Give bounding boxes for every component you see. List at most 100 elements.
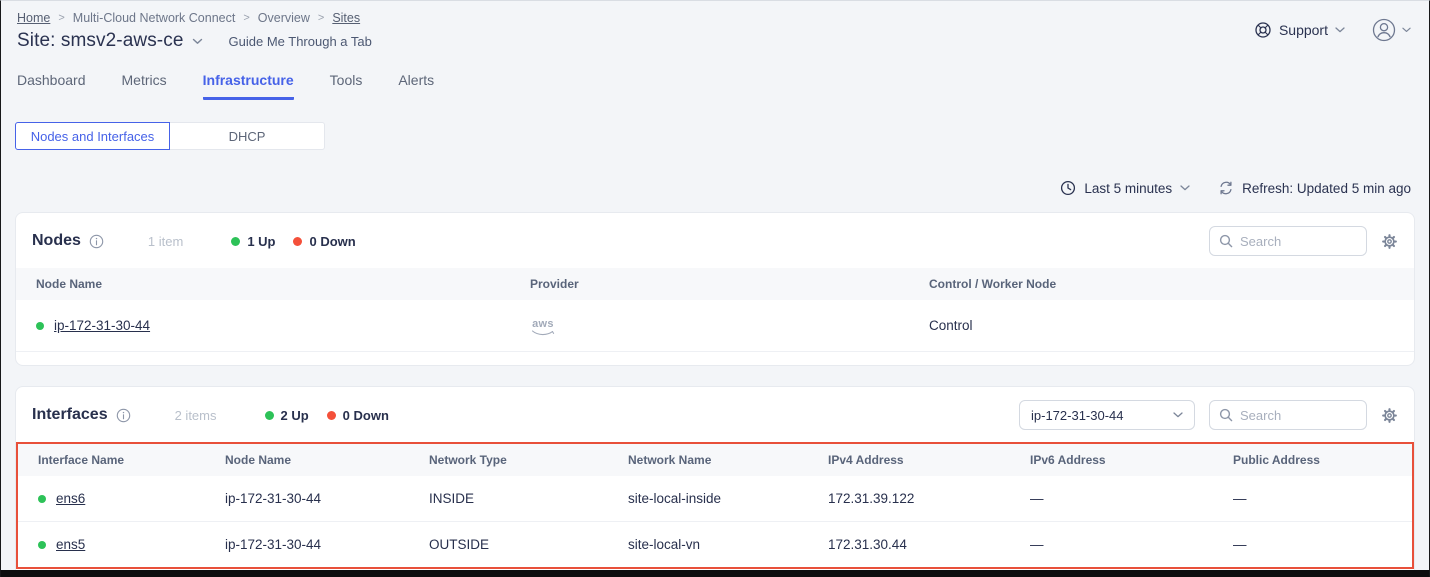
interface-ipv6: — xyxy=(1030,522,1233,567)
node-row: ip-172-31-30-44 aws Control xyxy=(16,300,1414,352)
interface-row-ens5: ens5 ip-172-31-30-44 OUTSIDE site-local-… xyxy=(18,522,1412,567)
col-network-name: Network Name xyxy=(628,444,828,476)
interface-network-name: site-local-vn xyxy=(628,522,828,567)
aws-provider-icon: aws xyxy=(530,319,556,336)
avatar-icon xyxy=(1371,17,1397,43)
breadcrumb-home[interactable]: Home xyxy=(17,11,50,25)
up-status-dot xyxy=(265,411,274,420)
interfaces-settings-gear-icon[interactable] xyxy=(1381,407,1398,424)
nodes-table-header-row: Node Name Provider Control / Worker Node xyxy=(16,268,1414,300)
user-menu[interactable] xyxy=(1371,17,1411,43)
aws-provider-text: aws xyxy=(532,319,554,330)
tab-metrics[interactable]: Metrics xyxy=(122,72,167,100)
col-network-type: Network Type xyxy=(429,444,628,476)
subtab-bar: Nodes and Interfaces DHCP xyxy=(15,122,1429,150)
refresh-control[interactable]: Refresh: Updated 5 min ago xyxy=(1218,180,1411,196)
breadcrumb-separator: > xyxy=(58,12,64,24)
node-status-dot xyxy=(36,322,44,330)
support-lifebuoy-icon xyxy=(1254,21,1272,39)
breadcrumb-overview: Overview xyxy=(258,11,310,25)
node-name-link[interactable]: ip-172-31-30-44 xyxy=(54,318,150,333)
down-status-dot xyxy=(293,237,302,246)
node-role: Control xyxy=(929,303,1414,348)
interface-network-type: OUTSIDE xyxy=(429,522,628,567)
nodes-item-count: 1 item xyxy=(148,234,183,249)
interface-ipv4: 172.31.30.44 xyxy=(828,522,1030,567)
interfaces-item-count: 2 items xyxy=(175,408,217,423)
col-public-address: Public Address xyxy=(1233,444,1412,476)
interface-network-name: site-local-inside xyxy=(628,476,828,521)
time-range-label: Last 5 minutes xyxy=(1084,181,1172,196)
nodes-up-status: 1 Up xyxy=(231,234,275,249)
interface-ipv4: 172.31.39.122 xyxy=(828,476,1030,521)
node-filter-select[interactable]: ip-172-31-30-44 xyxy=(1019,400,1195,430)
interfaces-table-header-row: Interface Name Node Name Network Type Ne… xyxy=(18,444,1412,476)
page-title: Site: smsv2-aws-ce xyxy=(17,30,184,52)
interface-node: ip-172-31-30-44 xyxy=(225,522,429,567)
nodes-settings-gear-icon[interactable] xyxy=(1381,233,1398,250)
tab-bar: Dashboard Metrics Infrastructure Tools A… xyxy=(1,72,1429,100)
interface-name-link[interactable]: ens5 xyxy=(56,537,85,552)
interfaces-down-label: 0 Down xyxy=(343,408,389,423)
nodes-search-box xyxy=(1209,226,1367,256)
interfaces-up-status: 2 Up xyxy=(265,408,309,423)
interfaces-status-summary: 2 Up 0 Down xyxy=(265,408,389,423)
nodes-status-summary: 1 Up 0 Down xyxy=(231,234,355,249)
title-row: Site: smsv2-aws-ce Guide Me Through a Ta… xyxy=(17,30,1413,52)
page-header: Home > Multi-Cloud Network Connect > Ove… xyxy=(1,1,1429,52)
breadcrumb-mcn: Multi-Cloud Network Connect xyxy=(73,11,236,25)
interface-ipv6: — xyxy=(1030,476,1233,521)
support-menu[interactable]: Support xyxy=(1254,21,1345,39)
interfaces-up-label: 2 Up xyxy=(281,408,309,423)
tab-infrastructure[interactable]: Infrastructure xyxy=(203,72,294,100)
nodes-card-header: Nodes 1 item 1 Up 0 Down xyxy=(16,213,1414,268)
search-icon xyxy=(1219,234,1233,248)
tab-tools[interactable]: Tools xyxy=(330,72,363,100)
col-control-worker: Control / Worker Node xyxy=(929,268,1414,300)
refresh-icon xyxy=(1218,180,1234,196)
interfaces-down-status: 0 Down xyxy=(327,408,389,423)
tab-dashboard[interactable]: Dashboard xyxy=(17,72,86,100)
subtab-nodes-and-interfaces[interactable]: Nodes and Interfaces xyxy=(15,122,170,150)
nodes-card: Nodes 1 item 1 Up 0 Down xyxy=(15,212,1415,366)
col-node-name: Node Name xyxy=(225,444,429,476)
node-filter-chevron-down-icon xyxy=(1173,412,1183,418)
support-label: Support xyxy=(1279,22,1328,38)
header-actions: Support xyxy=(1254,17,1411,43)
col-ipv4-address: IPv4 Address xyxy=(828,444,1030,476)
user-chevron-down-icon xyxy=(1402,27,1411,33)
nodes-down-label: 0 Down xyxy=(309,234,355,249)
breadcrumb-separator: > xyxy=(318,12,324,24)
app-window: Home > Multi-Cloud Network Connect > Ove… xyxy=(0,0,1430,577)
interface-node: ip-172-31-30-44 xyxy=(225,476,429,521)
breadcrumb-sites[interactable]: Sites xyxy=(332,11,360,25)
tab-alerts[interactable]: Alerts xyxy=(398,72,434,100)
subtab-dhcp[interactable]: DHCP xyxy=(170,122,325,150)
interfaces-title: Interfaces xyxy=(32,406,108,424)
time-range-chevron-down-icon xyxy=(1180,185,1190,191)
interface-row-ens6: ens6 ip-172-31-30-44 INSIDE site-local-i… xyxy=(18,476,1412,522)
interfaces-card: Interfaces 2 items 2 Up 0 Down ip xyxy=(15,386,1415,577)
site-switcher-chevron-down-icon[interactable] xyxy=(192,38,203,45)
guide-me-link[interactable]: Guide Me Through a Tab xyxy=(229,34,372,49)
support-chevron-down-icon xyxy=(1335,27,1345,33)
interface-name-link[interactable]: ens6 xyxy=(56,491,85,506)
nodes-info-icon[interactable] xyxy=(89,234,104,249)
interfaces-info-icon[interactable] xyxy=(116,408,131,423)
time-range-selector[interactable]: Last 5 minutes xyxy=(1060,180,1190,196)
refresh-label: Refresh: Updated 5 min ago xyxy=(1242,181,1411,196)
nodes-search-input[interactable] xyxy=(1240,234,1357,249)
toolbar: Last 5 minutes Refresh: Updated 5 min ag… xyxy=(1,180,1429,196)
search-icon xyxy=(1219,408,1233,422)
breadcrumb-separator: > xyxy=(243,12,249,24)
interface-status-dot xyxy=(38,495,46,503)
interfaces-search-input[interactable] xyxy=(1240,408,1357,423)
nodes-up-label: 1 Up xyxy=(247,234,275,249)
nodes-down-status: 0 Down xyxy=(293,234,355,249)
interfaces-card-header: Interfaces 2 items 2 Up 0 Down ip xyxy=(16,387,1414,442)
up-status-dot xyxy=(231,237,240,246)
breadcrumb: Home > Multi-Cloud Network Connect > Ove… xyxy=(17,11,1413,25)
window-bottom-bar xyxy=(1,570,1429,577)
interface-status-dot xyxy=(38,541,46,549)
interfaces-header-controls: ip-172-31-30-44 xyxy=(1019,400,1398,430)
